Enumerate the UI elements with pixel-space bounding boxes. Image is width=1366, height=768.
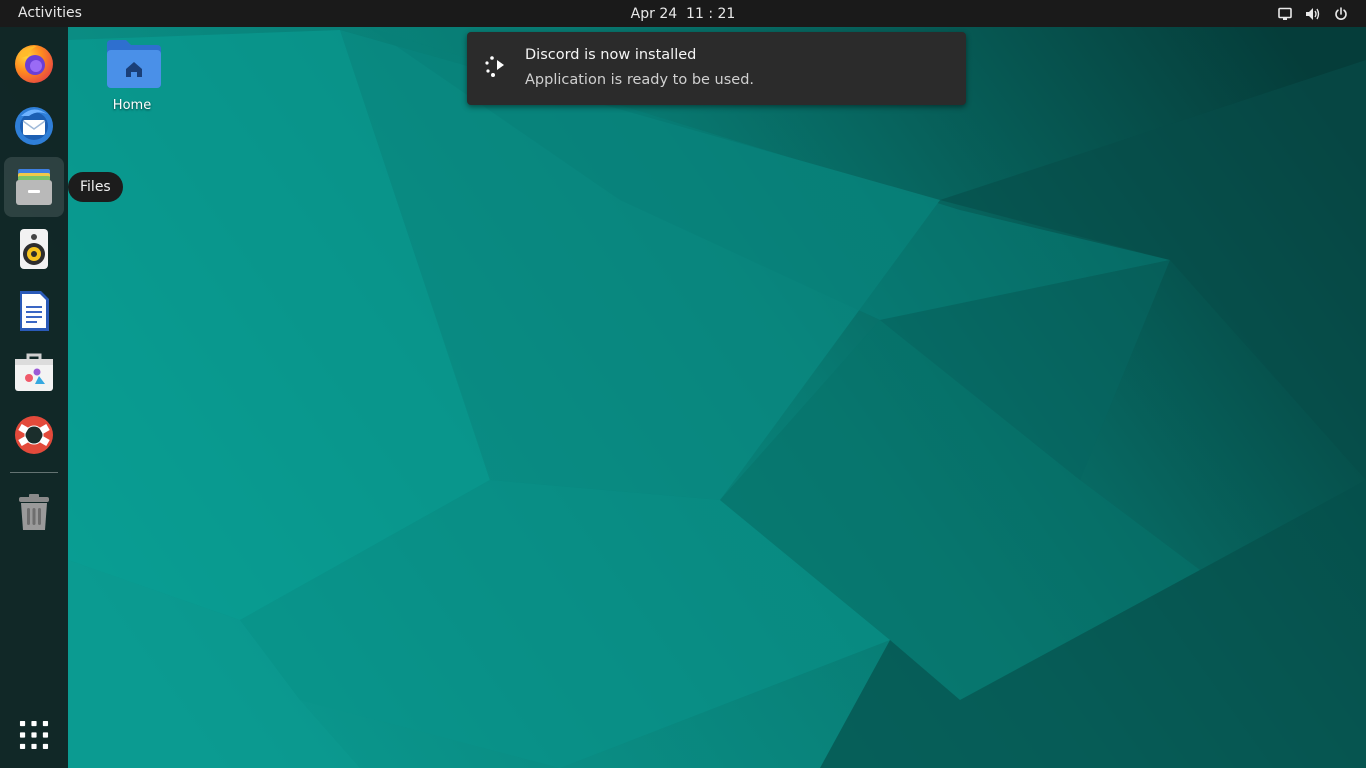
rhythmbox-icon <box>20 229 48 269</box>
dock-item-help[interactable] <box>4 405 64 465</box>
dock-item-files[interactable] <box>4 157 64 217</box>
notification-banner[interactable]: Discord is now installed Application is … <box>467 32 966 105</box>
dock-item-firefox[interactable] <box>4 33 64 93</box>
desktop-icon-label: Home <box>112 98 152 113</box>
dock-item-thunderbird[interactable] <box>4 95 64 155</box>
clock: Apr 24 11 : 21 <box>0 0 1366 29</box>
volume-icon[interactable] <box>1304 5 1322 23</box>
clock-button[interactable]: Apr 24 11 : 21 <box>631 6 736 22</box>
screen-icon[interactable] <box>1276 5 1294 23</box>
dock-item-trash[interactable] <box>4 482 64 542</box>
desktop-icon-home[interactable]: Home <box>98 36 166 113</box>
progress-dots-icon <box>485 56 504 77</box>
show-apps-button[interactable] <box>4 705 64 765</box>
firefox-icon <box>15 45 53 83</box>
notification-body: Application is ready to be used. <box>525 72 755 88</box>
writer-icon <box>20 291 49 331</box>
software-icon <box>15 353 53 391</box>
dock-item-writer[interactable] <box>4 281 64 341</box>
desktop-wallpaper <box>0 0 1366 768</box>
trash-icon <box>19 494 49 530</box>
activities-button[interactable]: Activities <box>18 0 82 27</box>
dock-separator <box>10 472 58 473</box>
thunderbird-icon <box>15 107 53 145</box>
help-icon <box>15 416 53 454</box>
app-grid-icon <box>19 720 49 750</box>
dock <box>0 27 68 768</box>
dock-item-software[interactable] <box>4 343 64 403</box>
dock-item-rhythmbox[interactable] <box>4 219 64 279</box>
system-status-area[interactable] <box>1276 0 1350 27</box>
notification-title: Discord is now installed <box>525 47 697 63</box>
files-icon <box>16 169 52 205</box>
power-icon[interactable] <box>1332 5 1350 23</box>
home-folder-icon <box>107 40 161 88</box>
dock-tooltip: Files <box>68 172 123 202</box>
top-bar: Activities Apr 24 11 : 21 <box>0 0 1366 27</box>
